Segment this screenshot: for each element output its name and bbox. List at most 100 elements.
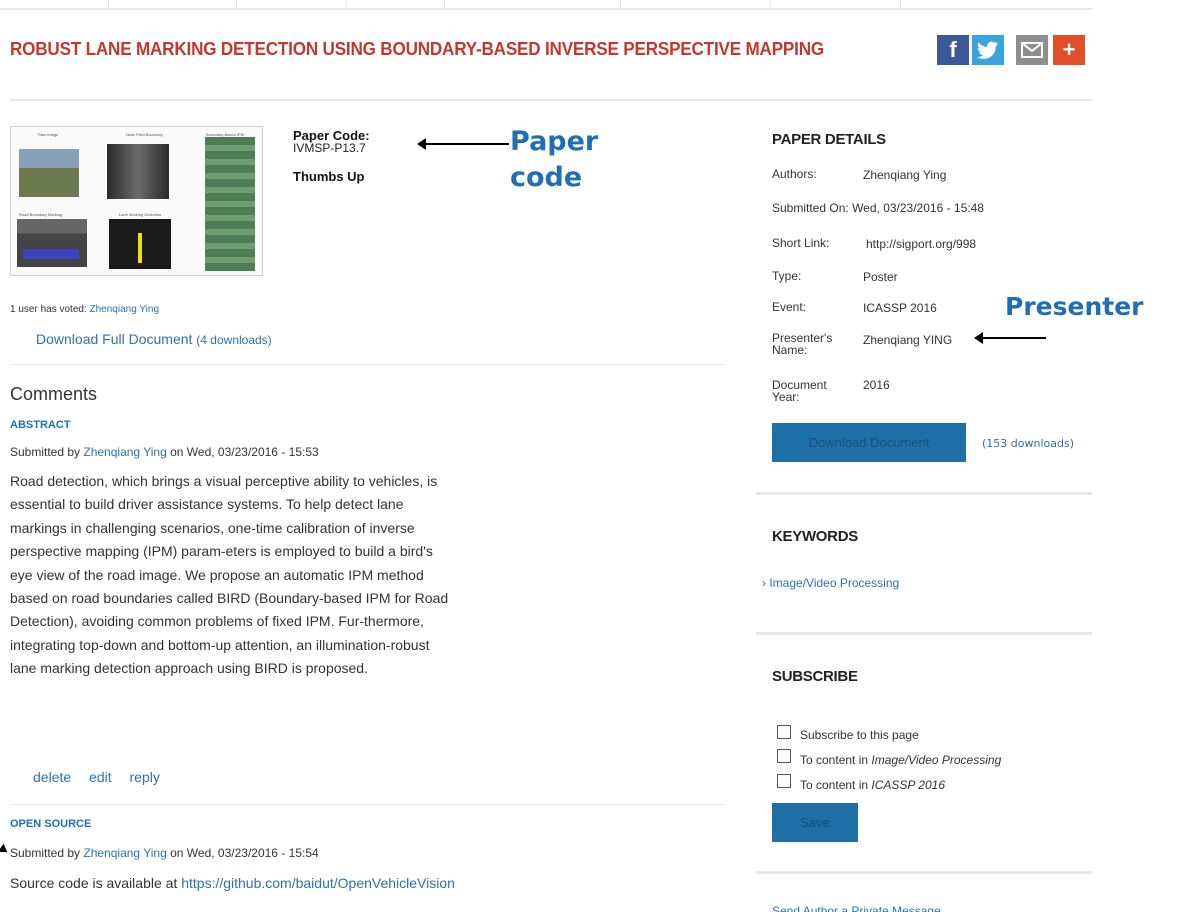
comment-submitted: Submitted by Zhenqiang Ying on Wed, 03/2… [10,846,319,860]
thumb-raw-image [19,149,79,197]
comment-divider [10,804,725,805]
download-full-label[interactable]: Download Full Document [36,331,192,347]
thumb-label: Lane Marking Detection [119,212,162,217]
nav-separator [346,0,347,9]
facebook-share-icon[interactable]: f [937,35,969,65]
plus-icon: + [1062,37,1076,62]
detail-presenter-value: Zhenqiang YING [863,333,953,347]
submitted-prefix: Submitted by [10,445,84,459]
comments-divider [10,364,725,365]
keyword-link[interactable]: Image/Video Processing [769,576,899,590]
vote-prefix: 1 user has voted: [10,304,90,315]
subscribe-option-label: To content in ICASSP 2016 [800,778,945,792]
top-nav-bar [0,0,1092,10]
subscribe-option-label: To content in Image/Video Processing [800,753,1001,767]
paper-code-value: IVMSP-P13.7 [293,141,366,155]
option-event: ICASSP 2016 [871,778,945,792]
nav-separator [236,0,237,9]
detail-label: Presenter's Name: [772,331,833,357]
thumb-bird-view [205,137,255,271]
nav-separator [108,0,109,9]
keyword-item[interactable]: › Image/Video Processing [762,576,899,590]
detail-label: Authors: [772,167,817,181]
chevron-right-icon: › [762,576,766,590]
email-share-icon[interactable] [1016,35,1048,65]
nav-separator [900,0,901,9]
more-share-icon[interactable]: + [1053,35,1085,65]
comment-author-link[interactable]: Zhenqiang Ying [83,846,166,860]
option-text: Subscribe to this page [800,728,919,742]
submitted-date: on Wed, 03/23/2016 - 15:54 [166,846,319,860]
submitted-prefix: Submitted by [10,846,84,860]
reply-link[interactable]: reply [130,769,160,785]
option-text: To content in [800,753,872,767]
save-button[interactable]: Save [772,803,858,842]
subscribe-page-checkbox[interactable] [777,725,791,739]
source-prefix: Source code is available at [10,875,182,891]
edit-link[interactable]: edit [89,769,112,785]
github-link[interactable]: https://github.com/baidut/OpenVehicleVis… [181,875,455,891]
subscribe-option-label: Subscribe to this page [800,728,919,742]
sidebar-divider [756,492,1092,495]
facebook-icon-glyph: f [949,37,957,62]
comments-heading: Comments [10,384,98,404]
thumb-label: Near-Field Boundary [126,132,163,137]
download-document-button[interactable]: Download Document [772,423,966,462]
twitter-bird-icon [977,41,998,59]
envelope-icon [1021,42,1043,58]
sidebar-divider [756,632,1092,635]
subscribe-topic-checkbox[interactable] [777,749,791,763]
thumb-label: Raw Image [38,132,59,137]
download-full-count: (4 downloads) [196,333,272,347]
paper-thumbnail[interactable]: Raw Image Near-Field Boundary Boundary-B… [10,126,263,276]
voter-link[interactable]: Zhenqiang Ying [90,304,160,315]
comment-body: Road detection, which brings a visual pe… [10,473,449,677]
option-topic: Image/Video Processing [871,753,1002,767]
detail-label: Document Year: [772,378,827,404]
comment-actions: delete edit reply [33,769,174,785]
detail-short-link[interactable]: http://sigport.org/998 [866,237,976,251]
detail-label: Event: [772,300,807,314]
download-count: (153 downloads) [982,437,1074,450]
comment-body: Source code is available at https://gith… [10,875,455,891]
detail-value: Poster [863,270,898,284]
submitted-date: on Wed, 03/23/2016 - 15:53 [166,445,319,459]
arrow-annotation-icon [417,138,509,150]
twitter-share-icon[interactable] [972,35,1004,65]
detail-value: 2016 [863,378,890,392]
thumb-near-field [107,144,169,199]
subscribe-heading: SUBSCRIBE [772,668,858,685]
detail-event-link[interactable]: ICASSP 2016 [863,301,937,315]
paper-details-heading: PAPER DETAILS [772,131,886,148]
keywords-heading: KEYWORDS [772,528,858,545]
option-text: To content in [800,778,872,792]
download-full-document[interactable]: Download Full Document (4 downloads) [36,331,272,347]
sidebar-divider [756,871,1092,874]
detail-label: Submitted On: [772,201,849,215]
private-message-link[interactable]: Send Author a Private Message [772,904,941,912]
detail-submitted: Submitted On: Wed, 03/23/2016 - 15:48 [772,202,1072,214]
delete-link[interactable]: delete [33,769,71,785]
arrow-annotation-icon [0,843,11,857]
comment-submitted: Submitted by Zhenqiang Ying on Wed, 03/2… [10,445,319,459]
nav-separator [444,0,445,9]
annotation-presenter: Presenter [1005,292,1144,321]
comment-title[interactable]: ABSTRACT [10,419,71,431]
comment-title[interactable]: OPEN SOURCE [10,818,91,830]
thumb-boundary-marking [17,219,87,267]
detail-label: Type: [772,269,802,283]
detail-authors-link[interactable]: Zhenqiang Ying [863,168,946,182]
thumb-label: Road Boundary Marking [19,212,63,217]
thumb-lane-detection [109,219,171,269]
comment-author-link[interactable]: Zhenqiang Ying [83,445,166,459]
detail-label: Short Link: [772,236,830,250]
vote-line: 1 user has voted: Zhenqiang Ying [10,304,159,315]
annotation-paper-code: Paper code [510,126,599,193]
title-divider [10,99,1092,101]
detail-value: Wed, 03/23/2016 - 15:48 [852,201,984,215]
nav-separator [770,0,771,9]
arrow-annotation-icon [974,332,1046,344]
page-title: ROBUST LANE MARKING DETECTION USING BOUN… [10,39,824,59]
thumbs-up-link[interactable]: Thumbs Up [293,169,365,184]
subscribe-event-checkbox[interactable] [777,774,791,788]
